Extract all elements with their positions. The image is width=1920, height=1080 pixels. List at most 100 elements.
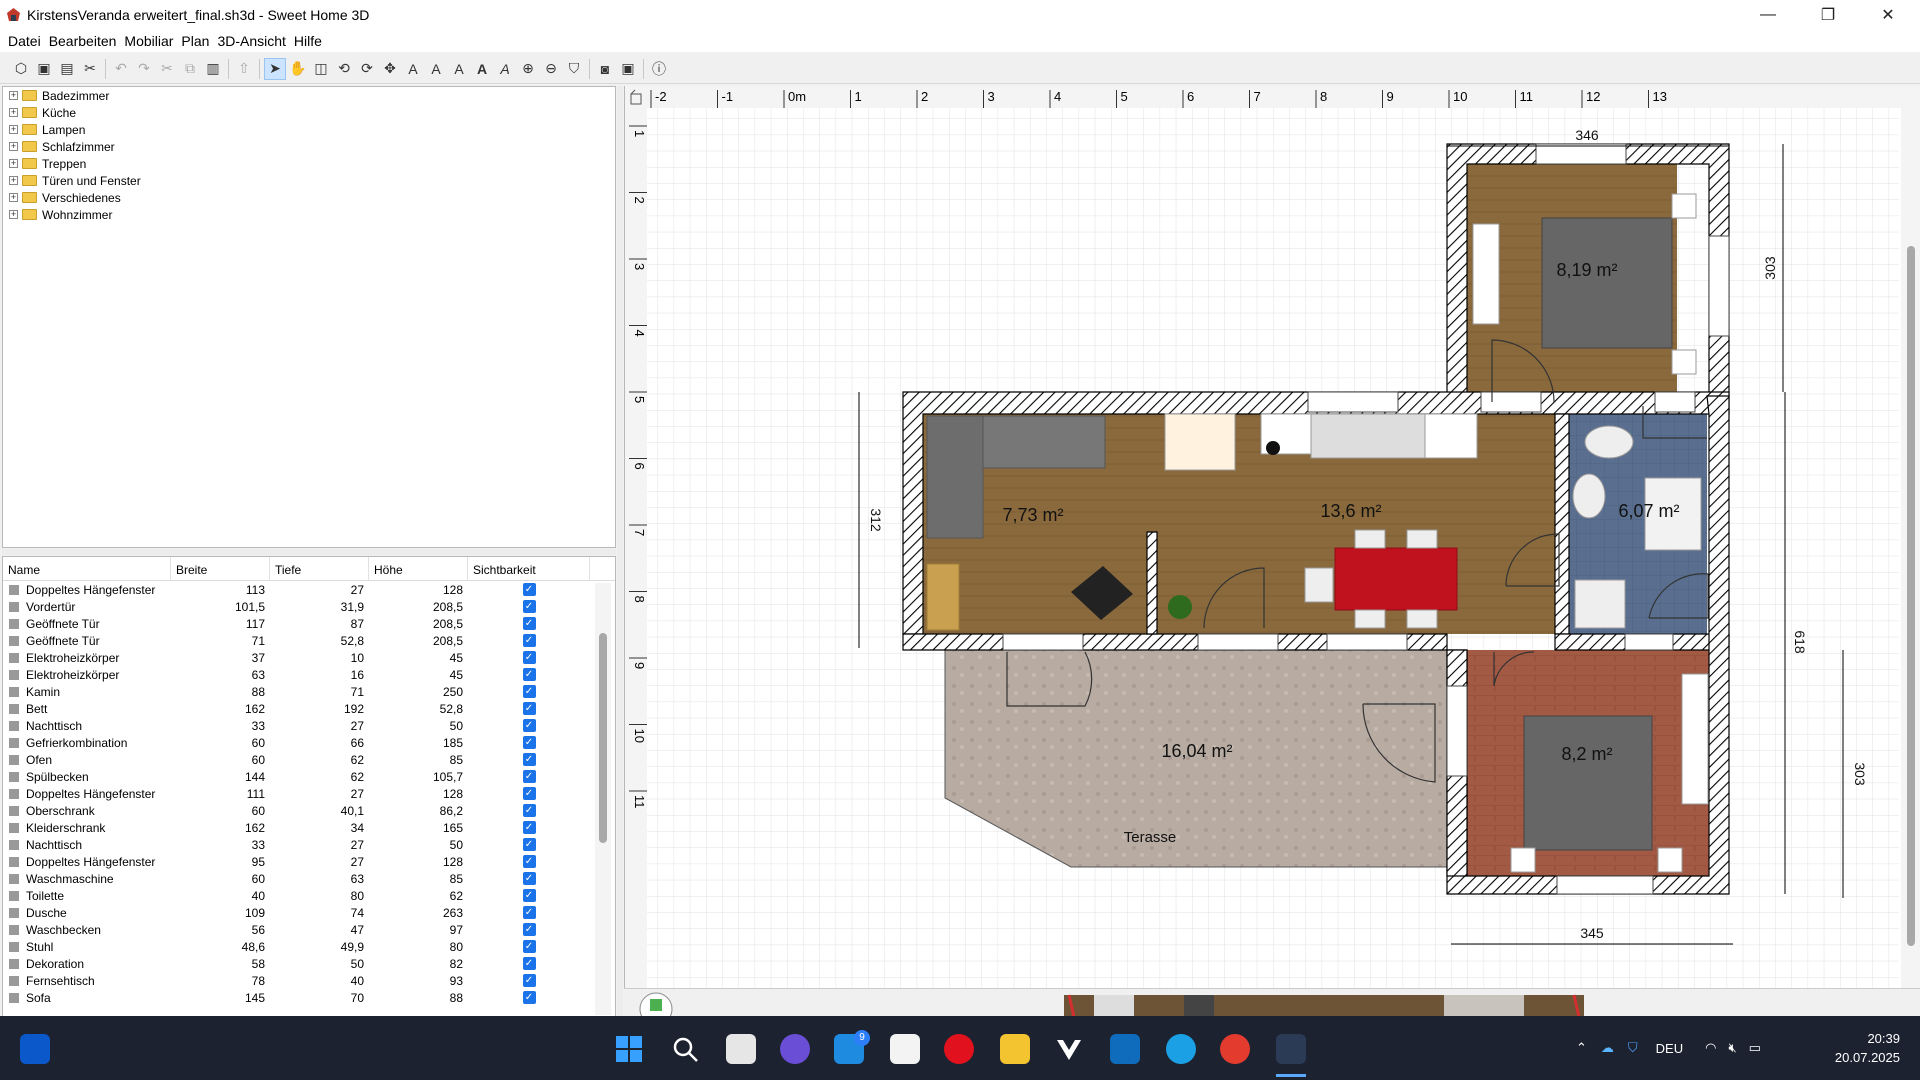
visibility-checkbox[interactable]: ✓: [522, 855, 536, 868]
catalog-category[interactable]: + Schlafzimmer: [3, 138, 615, 155]
file-explorer-icon[interactable]: [1000, 1034, 1030, 1064]
expand-icon[interactable]: +: [9, 142, 18, 151]
visibility-checkbox[interactable]: ✓: [522, 736, 536, 749]
table-row[interactable]: Stuhl 48,6 49,9 80 ✓: [3, 938, 615, 955]
table-row[interactable]: Elektroheizkörper 37 10 45 ✓: [3, 649, 615, 666]
visibility-checkbox[interactable]: ✓: [522, 991, 536, 1004]
plan-view[interactable]: -2 -1 0m 1 2 3 4 5 6 7 8 9 10 11 12 13 1 2 3 4 5 6 7 8 9 10 11: [624, 86, 1920, 1016]
import-furniture-icon[interactable]: ⛉: [563, 58, 585, 80]
catalog-category[interactable]: + Türen und Fenster: [3, 172, 615, 189]
table-row[interactable]: Spülbecken 144 62 105,7 ✓: [3, 768, 615, 785]
col-depth-header[interactable]: Tiefe: [270, 557, 369, 580]
table-row[interactable]: Sofa 145 70 88 ✓: [3, 989, 615, 1006]
paste-icon[interactable]: ▥: [202, 58, 224, 80]
catalog-category[interactable]: + Treppen: [3, 155, 615, 172]
chevron-up-icon[interactable]: ⌃: [1576, 1040, 1587, 1056]
table-row[interactable]: Geöffnete Tür 117 87 208,5 ✓: [3, 615, 615, 632]
bold-text-icon[interactable]: A: [471, 58, 493, 80]
opera-icon[interactable]: [944, 1034, 974, 1064]
start-widget-icon[interactable]: [20, 1034, 50, 1064]
table-row[interactable]: Nachttisch 33 27 50 ✓: [3, 836, 615, 853]
table-row[interactable]: Vordertür 101,5 31,9 208,5 ✓: [3, 598, 615, 615]
language-indicator[interactable]: DEU: [1656, 1041, 1683, 1056]
visibility-checkbox[interactable]: ✓: [522, 702, 536, 715]
expand-icon[interactable]: +: [9, 91, 18, 100]
visibility-checkbox[interactable]: ✓: [522, 940, 536, 953]
visibility-checkbox[interactable]: ✓: [522, 787, 536, 800]
visibility-checkbox[interactable]: ✓: [522, 719, 536, 732]
add-furniture-icon[interactable]: ⇧: [233, 58, 255, 80]
col-name-header[interactable]: Name: [3, 557, 171, 580]
col-width-header[interactable]: Breite: [171, 557, 270, 580]
visibility-checkbox[interactable]: ✓: [522, 889, 536, 902]
italic-text-icon[interactable]: A: [494, 58, 516, 80]
volume-muted-icon[interactable]: 🔇︎: [1728, 1040, 1736, 1056]
ruler-horizontal[interactable]: [625, 86, 1920, 108]
furniture-scrollbar[interactable]: [595, 583, 611, 1015]
table-row[interactable]: Nachttisch 33 27 50 ✓: [3, 717, 615, 734]
create-photo-icon[interactable]: ◙: [594, 58, 616, 80]
table-row[interactable]: Waschbecken 56 47 97 ✓: [3, 921, 615, 938]
increase-text-icon[interactable]: A: [425, 58, 447, 80]
visibility-checkbox[interactable]: ✓: [522, 583, 536, 596]
create-walls-icon[interactable]: ◫: [310, 58, 332, 80]
menu-datei[interactable]: Datei: [4, 30, 45, 52]
zoom-in-icon[interactable]: ⊕: [517, 58, 539, 80]
catalog-category[interactable]: + Badezimmer: [3, 87, 615, 104]
col-visibility-header[interactable]: Sichtbarkeit: [468, 557, 590, 580]
microsoft-store-icon[interactable]: [890, 1034, 920, 1064]
ruler-vertical[interactable]: [625, 86, 647, 988]
visibility-checkbox[interactable]: ✓: [522, 906, 536, 919]
catalog-category[interactable]: + Küche: [3, 104, 615, 121]
menu-hilfe[interactable]: Hilfe: [290, 30, 326, 52]
visibility-checkbox[interactable]: ✓: [522, 838, 536, 851]
3d-view[interactable]: [624, 988, 1920, 1026]
visibility-checkbox[interactable]: ✓: [522, 685, 536, 698]
wifi-icon[interactable]: ◠: [1705, 1040, 1716, 1056]
catalog-category[interactable]: + Lampen: [3, 121, 615, 138]
table-row[interactable]: Toilette 40 80 62 ✓: [3, 887, 615, 904]
visibility-checkbox[interactable]: ✓: [522, 974, 536, 987]
expand-icon[interactable]: +: [9, 108, 18, 117]
save-icon[interactable]: ▤: [56, 58, 78, 80]
create-labels-icon[interactable]: A: [402, 58, 424, 80]
table-row[interactable]: Dekoration 58 50 82 ✓: [3, 955, 615, 972]
table-row[interactable]: Doppeltes Hängefenster 111 27 128 ✓: [3, 785, 615, 802]
redo-icon[interactable]: ↷: [133, 58, 155, 80]
expand-icon[interactable]: +: [9, 210, 18, 219]
visibility-checkbox[interactable]: ✓: [522, 600, 536, 613]
visibility-checkbox[interactable]: ✓: [522, 923, 536, 936]
visibility-checkbox[interactable]: ✓: [522, 753, 536, 766]
pan-mode-icon[interactable]: ✋: [287, 58, 309, 80]
expand-icon[interactable]: +: [9, 176, 18, 185]
cut-icon[interactable]: ✂: [156, 58, 178, 80]
table-row[interactable]: Waschmaschine 60 63 85 ✓: [3, 870, 615, 887]
chrome-icon[interactable]: [1220, 1034, 1250, 1064]
menu-plan[interactable]: Plan: [177, 30, 213, 52]
windows-start-icon[interactable]: [614, 1034, 644, 1064]
undo-icon[interactable]: ↶: [110, 58, 132, 80]
table-row[interactable]: Oberschrank 60 40,1 86,2 ✓: [3, 802, 615, 819]
edge-icon[interactable]: [1166, 1034, 1196, 1064]
help-icon[interactable]: ⓘ: [648, 58, 670, 80]
visibility-checkbox[interactable]: ✓: [522, 804, 536, 817]
maximize-button[interactable]: ❐: [1800, 0, 1856, 30]
zoom-out-icon[interactable]: ⊖: [540, 58, 562, 80]
create-polylines-icon[interactable]: ⟳: [356, 58, 378, 80]
expand-icon[interactable]: +: [9, 125, 18, 134]
table-row[interactable]: Doppeltes Hängefenster 113 27 128 ✓: [3, 581, 615, 598]
open-icon[interactable]: ▣: [33, 58, 55, 80]
new-home-icon[interactable]: ⬡: [10, 58, 32, 80]
table-row[interactable]: Geöffnete Tür 71 52,8 208,5 ✓: [3, 632, 615, 649]
create-rooms-icon[interactable]: ⟲: [333, 58, 355, 80]
menu-bearbeiten[interactable]: Bearbeiten: [45, 30, 121, 52]
copy-icon[interactable]: ⧉: [179, 58, 201, 80]
task-view-icon[interactable]: [726, 1034, 756, 1064]
catalog-category[interactable]: + Verschiedenes: [3, 189, 615, 206]
visibility-checkbox[interactable]: ✓: [522, 668, 536, 681]
table-row[interactable]: Elektroheizkörper 63 16 45 ✓: [3, 666, 615, 683]
create-dimensions-icon[interactable]: ✥: [379, 58, 401, 80]
plan-scroll-thumb[interactable]: [1907, 246, 1915, 946]
visibility-checkbox[interactable]: ✓: [522, 821, 536, 834]
onedrive-icon[interactable]: ☁: [1601, 1040, 1614, 1056]
